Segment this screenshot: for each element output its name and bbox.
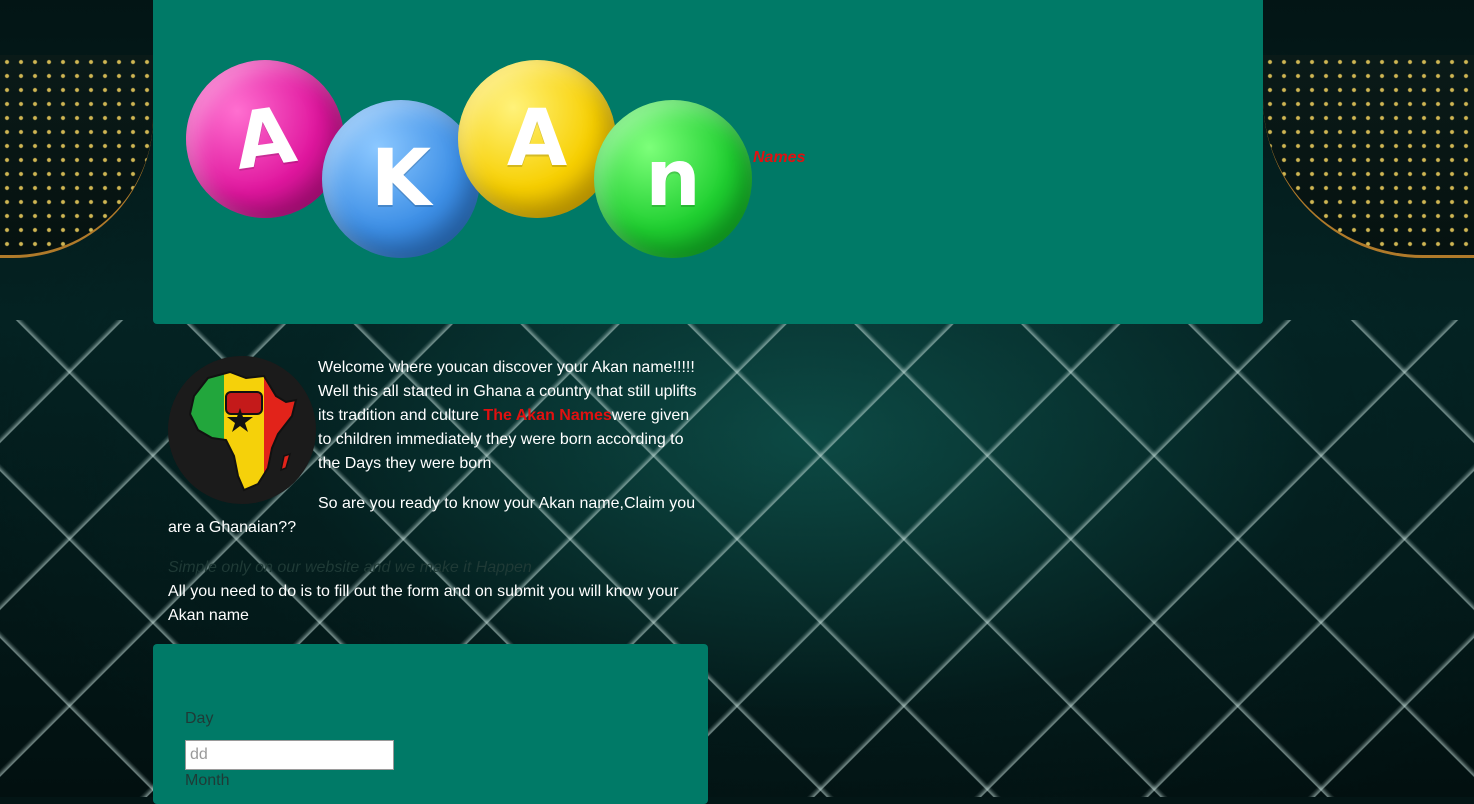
logo-letter-n: n	[645, 134, 701, 224]
header-banner: A K A n Names	[153, 0, 1263, 324]
logo-names-label: Names	[753, 149, 806, 166]
africa-fist-emblem-icon	[168, 356, 316, 504]
logo-ball-blue: K	[322, 100, 480, 258]
background-decoration-left	[0, 55, 153, 258]
logo-letter-a: A	[228, 90, 302, 188]
logo-letter-k: K	[370, 134, 432, 224]
day-input[interactable]	[185, 740, 394, 770]
intro-section: Welcome where youcan discover your Akan …	[168, 356, 698, 628]
intro-muted-note: Simple only on our website and we make i…	[168, 559, 532, 576]
day-label: Day	[185, 710, 214, 727]
akan-name-form: Day Month	[153, 644, 708, 804]
intro-instructions: All you need to do is to fill out the fo…	[168, 583, 679, 624]
akan-names-highlight: The Akan Names	[483, 407, 612, 424]
logo-ball-green: n	[594, 100, 752, 258]
akan-logo: A K A n	[175, 49, 763, 264]
month-label: Month	[185, 772, 230, 789]
logo-ball-yellow: A	[458, 60, 616, 218]
logo-letter-a-second: A	[506, 94, 568, 184]
background-decoration-right	[1263, 55, 1474, 258]
